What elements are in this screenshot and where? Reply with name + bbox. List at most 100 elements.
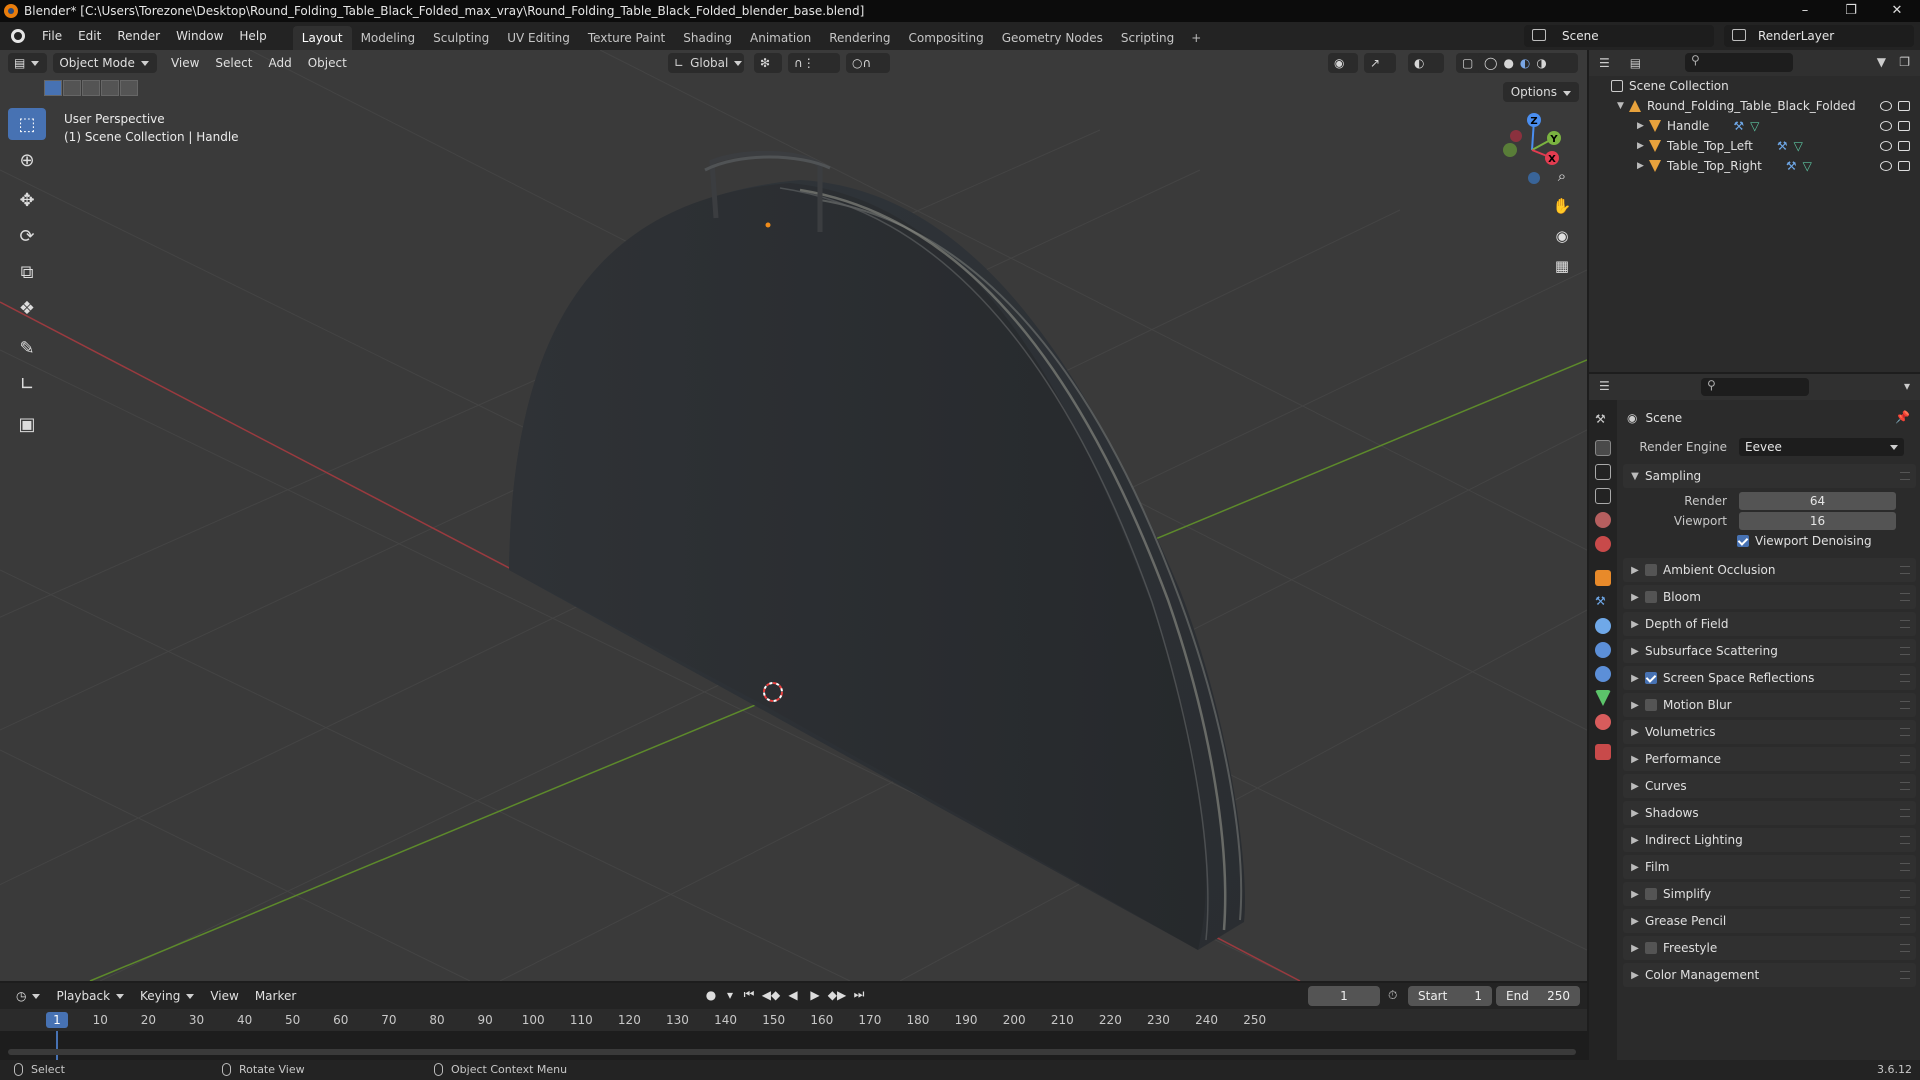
panel-grip-icon[interactable] [1900,647,1910,655]
tab-rendering[interactable]: Rendering [820,26,899,50]
camera-icon[interactable] [1898,121,1910,131]
jump-end-icon[interactable]: ⏭ [848,987,870,1002]
panel-grip-icon[interactable] [1900,674,1910,682]
panel-grip-icon[interactable] [1900,944,1910,952]
panel-grip-icon[interactable] [1900,809,1910,817]
select-box-icon[interactable]: ⬚ [8,108,46,140]
panel-indirect-lighting[interactable]: ▶ Indirect Lighting [1623,828,1916,852]
viewport-menu-view[interactable]: View [163,56,207,70]
gizmo-toggle-icon[interactable]: ↗ [1364,53,1396,73]
transform-orientation-dropdown[interactable]: ∟ Global [668,53,744,73]
outliner-row-handle[interactable]: ▶ Handle ⚒ ▽ [1589,116,1920,136]
record-options-icon[interactable]: ▾ [722,988,738,1002]
measure-icon[interactable]: ∟ [8,368,46,400]
viewport-menu-add[interactable]: Add [260,56,299,70]
particles-tab-icon[interactable] [1595,618,1611,634]
render-tab-icon[interactable] [1595,440,1611,456]
tab-geometry-nodes[interactable]: Geometry Nodes [993,26,1112,50]
pan-hand-icon[interactable]: ✋ [1548,192,1576,220]
menu-file[interactable]: File [34,22,70,50]
texture-tab-icon[interactable] [1595,744,1611,760]
rendered-shading-icon[interactable]: ◑ [1536,56,1546,70]
add-cube-icon[interactable]: ▣ [8,408,46,440]
data-tab-icon[interactable] [1595,690,1611,706]
properties-options-icon[interactable]: ▾ [1904,379,1910,393]
outliner-row-table-top-left[interactable]: ▶ Table_Top_Left ⚒ ▽ [1589,136,1920,156]
snap-icon[interactable]: ∩⋮ [788,53,840,73]
panel-bloom[interactable]: ▶ Bloom [1623,585,1916,609]
panel-depth-of-field[interactable]: ▶ Depth of Field [1623,612,1916,636]
jump-start-icon[interactable]: ⏮ [738,987,760,1002]
restore-icon[interactable]: ❐ [1828,0,1874,22]
panel-film[interactable]: ▶ Film [1623,855,1916,879]
material-shading-icon[interactable]: ◐ [1520,56,1530,70]
screen-space-reflections-checkbox[interactable] [1645,672,1657,684]
close-icon[interactable]: ✕ [1874,0,1920,22]
panel-freestyle[interactable]: ▶ Freestyle [1623,936,1916,960]
world-tab-icon[interactable] [1595,536,1611,552]
scene-selector[interactable]: Scene [1524,25,1714,47]
move-icon[interactable]: ✥ [8,184,46,216]
tab-modeling[interactable]: Modeling [352,26,425,50]
tab-layout[interactable]: Layout [292,26,352,50]
view-layer-selector[interactable]: RenderLayer [1724,25,1914,47]
panel-volumetrics[interactable]: ▶ Volumetrics [1623,720,1916,744]
render-engine-dropdown[interactable]: Eevee [1739,438,1904,456]
camera-view-icon[interactable]: ◉ [1548,222,1576,250]
timeline-editor-type-icon[interactable]: ◷ [8,989,48,1003]
add-workspace-button[interactable]: + [1183,26,1209,50]
material-tab-icon[interactable] [1595,714,1611,730]
panel-motion-blur[interactable]: ▶ Motion Blur [1623,693,1916,717]
freestyle-checkbox[interactable] [1645,942,1657,954]
panel-grip-icon[interactable] [1900,620,1910,628]
viewport-samples-field[interactable]: 16 [1739,512,1896,530]
3d-viewport[interactable]: ▤ Object Mode View Select Add Object ∟ Gl… [0,50,1587,981]
pin-icon[interactable]: 📌 [1895,410,1910,424]
frame-ruler[interactable]: 1 10 20 30 40 50 60 70 80 90 100 110 120 130 140 150 16… [0,1009,1587,1031]
camera-icon[interactable] [1898,161,1910,171]
output-tab-icon[interactable] [1595,464,1611,480]
timeline-menu-keying[interactable]: Keying [132,989,202,1003]
tab-sculpting[interactable]: Sculpting [424,26,498,50]
ambient-occlusion-checkbox[interactable] [1645,564,1657,576]
shading-mode-icons[interactable]: ◯ ● ◐ ◑ [1478,53,1578,73]
panel-curves[interactable]: ▶ Curves [1623,774,1916,798]
panel-grip-icon[interactable] [1900,836,1910,844]
simplify-checkbox[interactable] [1645,888,1657,900]
select-extend-icon[interactable] [63,80,81,96]
outliner-search-input[interactable]: ⚲ [1685,53,1793,72]
outliner-editor-type-icon[interactable]: ☰ [1599,56,1610,70]
camera-icon[interactable] [1898,141,1910,151]
transform-icon[interactable]: ❖ [8,292,46,324]
eye-icon[interactable] [1880,121,1892,131]
panel-performance[interactable]: ▶ Performance [1623,747,1916,771]
outliner-row-collection[interactable]: ▼ Round_Folding_Table_Black_Folded [1589,96,1920,116]
select-intersect-icon[interactable] [120,80,138,96]
panel-grease-pencil[interactable]: ▶ Grease Pencil [1623,909,1916,933]
timeline-editor[interactable]: ◷ Playback Keying View Marker ● ▾ ⏮ ◀◆ ◀… [0,983,1587,1068]
cursor-icon[interactable]: ⊕ [8,144,46,176]
tab-shading[interactable]: Shading [674,26,741,50]
menu-edit[interactable]: Edit [70,22,109,50]
wireframe-shading-icon[interactable]: ◯ [1484,56,1497,70]
viewport-menu-object[interactable]: Object [300,56,355,70]
select-subtract-icon[interactable] [82,80,100,96]
preview-range-icon[interactable]: ⏱ [1388,988,1397,1003]
camera-icon[interactable] [1898,101,1910,111]
viewport-denoising-row[interactable]: Viewport Denoising [1737,534,1872,548]
outliner[interactable]: ☰ ▤ ⚲ ▼ ❐ Scene Collection ▼ Round_Foldi… [1589,50,1920,372]
panel-grip-icon[interactable] [1900,472,1910,480]
object-tab-icon[interactable] [1595,570,1611,586]
panel-grip-icon[interactable] [1900,782,1910,790]
panel-sampling[interactable]: ▼ Sampling [1623,464,1916,488]
panel-grip-icon[interactable] [1900,701,1910,709]
eye-icon[interactable] [1880,161,1892,171]
tab-uv-editing[interactable]: UV Editing [498,26,579,50]
view-layer-tab-icon[interactable] [1595,488,1611,504]
panel-color-management[interactable]: ▶ Color Management [1623,963,1916,987]
playhead[interactable]: 1 [46,1012,68,1028]
panel-simplify[interactable]: ▶ Simplify [1623,882,1916,906]
pivot-point-icon[interactable]: ❇ [754,53,782,73]
annotate-icon[interactable]: ✎ [8,332,46,364]
bloom-checkbox[interactable] [1645,591,1657,603]
